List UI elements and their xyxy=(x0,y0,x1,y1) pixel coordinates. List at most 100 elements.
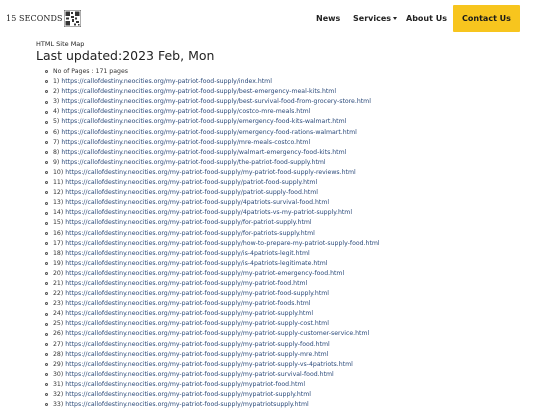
sitemap-link[interactable]: https://callofdestiny.neocities.org/my-p… xyxy=(65,250,309,257)
sitemap-link[interactable]: https://callofdestiny.neocities.org/my-p… xyxy=(65,341,330,348)
list-item: 27) https://callofdestiny.neocities.org/… xyxy=(45,340,380,350)
list-item: 19) https://callofdestiny.neocities.org/… xyxy=(45,259,380,269)
sitemap-link[interactable]: https://callofdestiny.neocities.org/my-p… xyxy=(65,169,355,176)
list-item: 1) https://callofdestiny.neocities.org/m… xyxy=(45,77,380,87)
link-number: 21) xyxy=(53,279,64,287)
link-number: 1) xyxy=(53,78,60,86)
sitemap-link[interactable]: https://callofdestiny.neocities.org/my-p… xyxy=(65,240,379,247)
nav-services[interactable]: Services xyxy=(353,14,398,23)
contact-button[interactable]: Contact Us xyxy=(453,5,520,32)
link-number: 8) xyxy=(53,148,60,156)
list-item: 21) https://callofdestiny.neocities.org/… xyxy=(45,279,380,289)
sitemap-link[interactable]: https://callofdestiny.neocities.org/my-p… xyxy=(65,280,307,287)
list-item: 29) https://callofdestiny.neocities.org/… xyxy=(45,360,380,370)
list-item: 31) https://callofdestiny.neocities.org/… xyxy=(45,380,380,390)
link-number: 31) xyxy=(53,380,64,388)
sitemap-link[interactable]: https://callofdestiny.neocities.org/my-p… xyxy=(65,371,333,378)
list-item: 24) https://callofdestiny.neocities.org/… xyxy=(45,309,380,319)
list-item: 25) https://callofdestiny.neocities.org/… xyxy=(45,319,380,329)
qr-code-icon xyxy=(63,9,81,27)
sitemap-link[interactable]: https://callofdestiny.neocities.org/my-p… xyxy=(65,310,313,317)
list-item: 30) https://callofdestiny.neocities.org/… xyxy=(45,370,380,380)
list-item: 8) https://callofdestiny.neocities.org/m… xyxy=(45,148,380,158)
link-number: 11) xyxy=(53,179,64,187)
sitemap-link[interactable]: https://callofdestiny.neocities.org/my-p… xyxy=(65,230,315,237)
caret-down-icon xyxy=(393,17,398,20)
link-number: 24) xyxy=(53,310,64,318)
list-item: 7) https://callofdestiny.neocities.org/m… xyxy=(45,138,380,148)
sitemap-link[interactable]: https://callofdestiny.neocities.org/my-p… xyxy=(65,270,344,277)
sitemap-link[interactable]: https://callofdestiny.neocities.org/my-p… xyxy=(65,330,369,337)
list-item: 4) https://callofdestiny.neocities.org/m… xyxy=(45,107,380,117)
list-item: 5) https://callofdestiny.neocities.org/m… xyxy=(45,117,380,127)
link-number: 2) xyxy=(53,88,60,96)
nav-news[interactable]: News xyxy=(316,14,340,23)
sitemap-link[interactable]: https://callofdestiny.neocities.org/my-p… xyxy=(65,381,305,388)
link-number: 28) xyxy=(53,350,64,358)
link-number: 26) xyxy=(53,330,64,338)
sitemap-link[interactable]: https://callofdestiny.neocities.org/my-p… xyxy=(65,209,352,216)
sitemap-link[interactable]: https://callofdestiny.neocities.org/my-p… xyxy=(61,129,357,136)
navbar: 15 SECONDS News Services About Us Contac… xyxy=(0,0,540,38)
sitemap-link[interactable]: https://callofdestiny.neocities.org/my-p… xyxy=(65,391,311,398)
sitemap-link[interactable]: https://callofdestiny.neocities.org/my-p… xyxy=(61,118,346,125)
sitemap-link[interactable]: https://callofdestiny.neocities.org/my-p… xyxy=(61,78,272,85)
sitemap-link[interactable]: https://callofdestiny.neocities.org/my-p… xyxy=(65,361,353,368)
link-number: 23) xyxy=(53,300,64,308)
list-item: 11) https://callofdestiny.neocities.org/… xyxy=(45,178,380,188)
list-item: 22) https://callofdestiny.neocities.org/… xyxy=(45,289,380,299)
link-number: 27) xyxy=(53,340,64,348)
link-number: 30) xyxy=(53,370,64,378)
list-item: 10) https://callofdestiny.neocities.org/… xyxy=(45,168,380,178)
sitemap-link[interactable]: https://callofdestiny.neocities.org/my-p… xyxy=(61,149,346,156)
sitemap-link[interactable]: https://callofdestiny.neocities.org/my-p… xyxy=(61,88,336,95)
link-number: 15) xyxy=(53,219,64,227)
sitemap-link[interactable]: https://callofdestiny.neocities.org/my-p… xyxy=(65,320,329,327)
link-number: 9) xyxy=(53,158,60,166)
page-title: Last updated:2023 Feb, Mon xyxy=(36,48,215,63)
sitemap-link[interactable]: https://callofdestiny.neocities.org/my-p… xyxy=(65,179,317,186)
sitemap-link[interactable]: https://callofdestiny.neocities.org/my-p… xyxy=(65,300,310,307)
sitemap-link[interactable]: https://callofdestiny.neocities.org/my-p… xyxy=(61,139,310,146)
list-item: 32) https://callofdestiny.neocities.org/… xyxy=(45,390,380,400)
link-number: 17) xyxy=(53,239,64,247)
sitemap-link[interactable]: https://callofdestiny.neocities.org/my-p… xyxy=(65,290,329,297)
link-number: 6) xyxy=(53,128,60,136)
link-number: 20) xyxy=(53,269,64,277)
sitemap-link[interactable]: https://callofdestiny.neocities.org/my-p… xyxy=(65,351,328,358)
sitemap-link[interactable]: https://callofdestiny.neocities.org/my-p… xyxy=(65,199,329,206)
link-number: 3) xyxy=(53,98,60,106)
list-item: 28) https://callofdestiny.neocities.org/… xyxy=(45,350,380,360)
list-item: 33) https://callofdestiny.neocities.org/… xyxy=(45,400,380,410)
link-number: 12) xyxy=(53,189,64,197)
sitemap-link[interactable]: https://callofdestiny.neocities.org/my-p… xyxy=(65,189,318,196)
list-item: 23) https://callofdestiny.neocities.org/… xyxy=(45,299,380,309)
list-item: 9) https://callofdestiny.neocities.org/m… xyxy=(45,158,380,168)
list-item: 3) https://callofdestiny.neocities.org/m… xyxy=(45,97,380,107)
link-number: 10) xyxy=(53,168,64,176)
brand-name: 15 SECONDS xyxy=(6,13,63,23)
sitemap-link[interactable]: https://callofdestiny.neocities.org/my-p… xyxy=(65,260,327,267)
sitemap-link[interactable]: https://callofdestiny.neocities.org/my-p… xyxy=(61,159,325,166)
link-number: 16) xyxy=(53,229,64,237)
list-item: 17) https://callofdestiny.neocities.org/… xyxy=(45,239,380,249)
list-item: 14) https://callofdestiny.neocities.org/… xyxy=(45,208,380,218)
brand-logo[interactable]: 15 SECONDS xyxy=(6,9,81,27)
link-number: 4) xyxy=(53,108,60,116)
list-item: 15) https://callofdestiny.neocities.org/… xyxy=(45,218,380,228)
list-item: 6) https://callofdestiny.neocities.org/m… xyxy=(45,128,380,138)
list-item: 13) https://callofdestiny.neocities.org/… xyxy=(45,198,380,208)
link-number: 13) xyxy=(53,199,64,207)
list-item: 12) https://callofdestiny.neocities.org/… xyxy=(45,188,380,198)
nav-services-label: Services xyxy=(353,14,392,23)
sitemap-list: No of Pages : 171 pages 1) https://callo… xyxy=(45,67,380,410)
nav-about[interactable]: About Us xyxy=(406,14,447,23)
sitemap-link[interactable]: https://callofdestiny.neocities.org/my-p… xyxy=(65,219,311,226)
list-item: 18) https://callofdestiny.neocities.org/… xyxy=(45,249,380,259)
sitemap-link[interactable]: https://callofdestiny.neocities.org/my-p… xyxy=(61,98,371,105)
sitemap-link[interactable]: https://callofdestiny.neocities.org/my-p… xyxy=(61,108,310,115)
link-number: 25) xyxy=(53,320,64,328)
sitemap-label: HTML Site Map xyxy=(36,40,85,48)
link-number: 14) xyxy=(53,209,64,217)
list-item: 2) https://callofdestiny.neocities.org/m… xyxy=(45,87,380,97)
